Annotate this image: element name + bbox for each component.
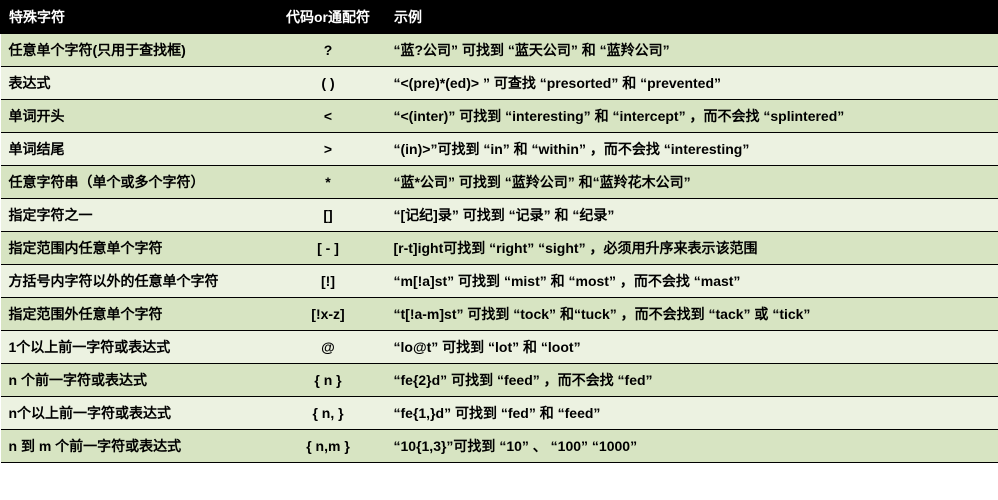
table-row: 表达式( )“<(pre)*(ed)> ” 可查找 “presorted” 和 …	[1, 67, 998, 100]
cell-special: 表达式	[1, 67, 271, 100]
cell-code: { n, }	[271, 397, 386, 430]
table-row: 方括号内字符以外的任意单个字符[!]“m[!a]st” 可找到 “mist” 和…	[1, 265, 998, 298]
cell-code: [ - ]	[271, 232, 386, 265]
header-special: 特殊字符	[1, 1, 271, 34]
header-code: 代码or通配符	[271, 1, 386, 34]
table-row: 指定范围外任意单个字符[!x-z]“t[!a-m]st” 可找到 “tock” …	[1, 298, 998, 331]
cell-example: “10{1,3}”可找到 “10” 、 “100” “1000”	[386, 430, 998, 463]
cell-example: “蓝*公司” 可找到 “蓝羚公司” 和“蓝羚花木公司”	[386, 166, 998, 199]
header-example: 示例	[386, 1, 998, 34]
cell-code: { n,m }	[271, 430, 386, 463]
cell-special: 方括号内字符以外的任意单个字符	[1, 265, 271, 298]
cell-code: [!x-z]	[271, 298, 386, 331]
cell-example: “lo@t” 可找到 “lot” 和 “loot”	[386, 331, 998, 364]
cell-example: “(in)>”可找到 “in” 和 “within” ，而不会找 “intere…	[386, 133, 998, 166]
cell-special: 任意单个字符(只用于查找框)	[1, 34, 271, 67]
cell-code: >	[271, 133, 386, 166]
cell-special: 单词结尾	[1, 133, 271, 166]
cell-example: “[记纪]录” 可找到 “记录” 和 “纪录”	[386, 199, 998, 232]
cell-special: 指定范围外任意单个字符	[1, 298, 271, 331]
cell-code: [!]	[271, 265, 386, 298]
table-row: n 到 m 个前一字符或表达式{ n,m }“10{1,3}”可找到 “10” …	[1, 430, 998, 463]
cell-example: “<(inter)” 可找到 “interesting” 和 “intercep…	[386, 100, 998, 133]
cell-example: [r-t]ight可找到 “right” “sight” ，必须用升序来表示该范…	[386, 232, 998, 265]
cell-example: “t[!a-m]st” 可找到 “tock” 和“tuck” ，而不会找到 “t…	[386, 298, 998, 331]
cell-code: ?	[271, 34, 386, 67]
cell-code: ( )	[271, 67, 386, 100]
cell-special: 1个以上前一字符或表达式	[1, 331, 271, 364]
cell-example: “fe{2}d” 可找到 “feed” ，而不会找 “fed”	[386, 364, 998, 397]
table-row: 指定字符之一[]“[记纪]录” 可找到 “记录” 和 “纪录”	[1, 199, 998, 232]
wildcard-reference-table: 特殊字符 代码or通配符 示例 任意单个字符(只用于查找框)?“蓝?公司” 可找…	[0, 0, 998, 463]
table-row: 单词结尾>“(in)>”可找到 “in” 和 “within” ，而不会找 “i…	[1, 133, 998, 166]
table-row: 单词开头<“<(inter)” 可找到 “interesting” 和 “int…	[1, 100, 998, 133]
table-row: 1个以上前一字符或表达式@“lo@t” 可找到 “lot” 和 “loot”	[1, 331, 998, 364]
cell-special: 指定字符之一	[1, 199, 271, 232]
table-row: n个以上前一字符或表达式{ n, }“fe{1,}d” 可找到 “fed” 和 …	[1, 397, 998, 430]
cell-code: *	[271, 166, 386, 199]
cell-code: @	[271, 331, 386, 364]
cell-special: 单词开头	[1, 100, 271, 133]
cell-special: n 到 m 个前一字符或表达式	[1, 430, 271, 463]
cell-example: “fe{1,}d” 可找到 “fed” 和 “feed”	[386, 397, 998, 430]
cell-code: { n }	[271, 364, 386, 397]
cell-example: “m[!a]st” 可找到 “mist” 和 “most” ，而不会找 “mas…	[386, 265, 998, 298]
cell-example: “<(pre)*(ed)> ” 可查找 “presorted” 和 “preve…	[386, 67, 998, 100]
table-row: 指定范围内任意单个字符[ - ][r-t]ight可找到 “right” “si…	[1, 232, 998, 265]
cell-special: 指定范围内任意单个字符	[1, 232, 271, 265]
cell-code: []	[271, 199, 386, 232]
cell-code: <	[271, 100, 386, 133]
table-row: n 个前一字符或表达式{ n }“fe{2}d” 可找到 “feed” ，而不会…	[1, 364, 998, 397]
cell-special: n 个前一字符或表达式	[1, 364, 271, 397]
cell-example: “蓝?公司” 可找到 “蓝天公司” 和 “蓝羚公司”	[386, 34, 998, 67]
table-header-row: 特殊字符 代码or通配符 示例	[1, 1, 998, 34]
cell-special: 任意字符串（单个或多个字符）	[1, 166, 271, 199]
cell-special: n个以上前一字符或表达式	[1, 397, 271, 430]
table-row: 任意单个字符(只用于查找框)?“蓝?公司” 可找到 “蓝天公司” 和 “蓝羚公司…	[1, 34, 998, 67]
table-row: 任意字符串（单个或多个字符）*“蓝*公司” 可找到 “蓝羚公司” 和“蓝羚花木公…	[1, 166, 998, 199]
